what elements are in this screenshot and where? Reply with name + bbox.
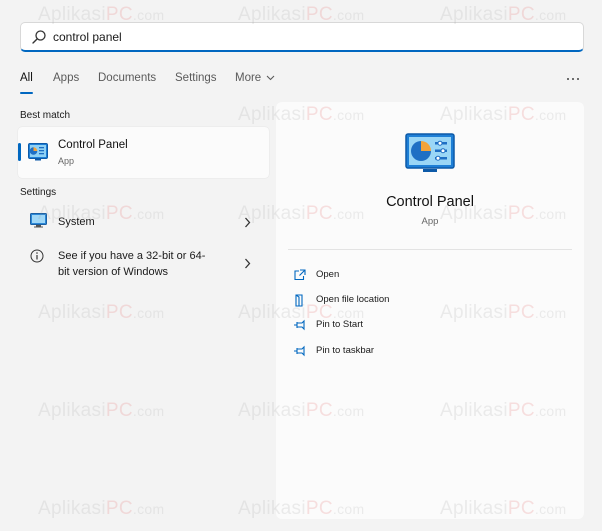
divider (288, 249, 572, 250)
open-file-location-action[interactable]: Open file location (293, 292, 543, 310)
best-match-type: App (58, 156, 75, 166)
action-label: Open (316, 269, 340, 280)
tab-documents[interactable]: Documents (98, 72, 156, 84)
best-match-header: Best match (20, 110, 71, 121)
preview-type: App (421, 216, 439, 227)
best-match-result[interactable]: Control Panel App (18, 127, 269, 178)
info-icon (30, 249, 44, 263)
chevron-right-icon (245, 217, 251, 228)
chevron-down-icon (267, 75, 275, 81)
watermark: AplikasiPC.com (38, 400, 165, 421)
tab-settings[interactable]: Settings (175, 72, 217, 84)
search-input[interactable] (53, 27, 553, 47)
action-label: Pin to taskbar (316, 345, 375, 356)
settings-item-label: See if you have a 32-bit or 64- (58, 250, 206, 262)
pin-icon (294, 319, 305, 331)
chevron-right-icon (245, 258, 251, 269)
best-match-title: Control Panel (58, 139, 128, 151)
pin-icon (294, 345, 305, 357)
tab-apps[interactable]: Apps (53, 72, 79, 84)
control-panel-icon (28, 143, 48, 161)
tab-more[interactable]: More (235, 72, 275, 84)
action-label: Pin to Start (316, 319, 363, 330)
control-panel-icon (405, 133, 455, 172)
open-icon (294, 269, 306, 281)
pin-to-taskbar-action[interactable]: Pin to taskbar (293, 343, 543, 361)
settings-item-label-line2: bit version of Windows (58, 266, 169, 278)
selection-indicator (18, 143, 21, 161)
preview-panel: Control Panel App Open Open file locatio… (276, 102, 584, 519)
pin-to-start-action[interactable]: Pin to Start (293, 317, 543, 335)
tab-more-label: More (235, 72, 262, 84)
settings-item-system[interactable]: System (18, 207, 269, 237)
watermark: AplikasiPC.com (38, 302, 165, 323)
watermark: AplikasiPC.com (38, 498, 165, 519)
file-location-icon (295, 294, 303, 307)
tab-all[interactable]: All (20, 72, 33, 94)
settings-item-label: System (58, 216, 95, 228)
action-label: Open file location (316, 294, 390, 305)
search-box[interactable] (20, 22, 584, 52)
more-options-icon[interactable] (565, 72, 581, 86)
preview-title: Control Panel (386, 194, 474, 210)
settings-item-bit-version[interactable]: See if you have a 32-bit or 64- bit vers… (18, 244, 269, 284)
monitor-icon (30, 213, 47, 228)
search-icon (32, 30, 46, 44)
open-action[interactable]: Open (293, 267, 543, 285)
settings-header: Settings (20, 187, 57, 198)
